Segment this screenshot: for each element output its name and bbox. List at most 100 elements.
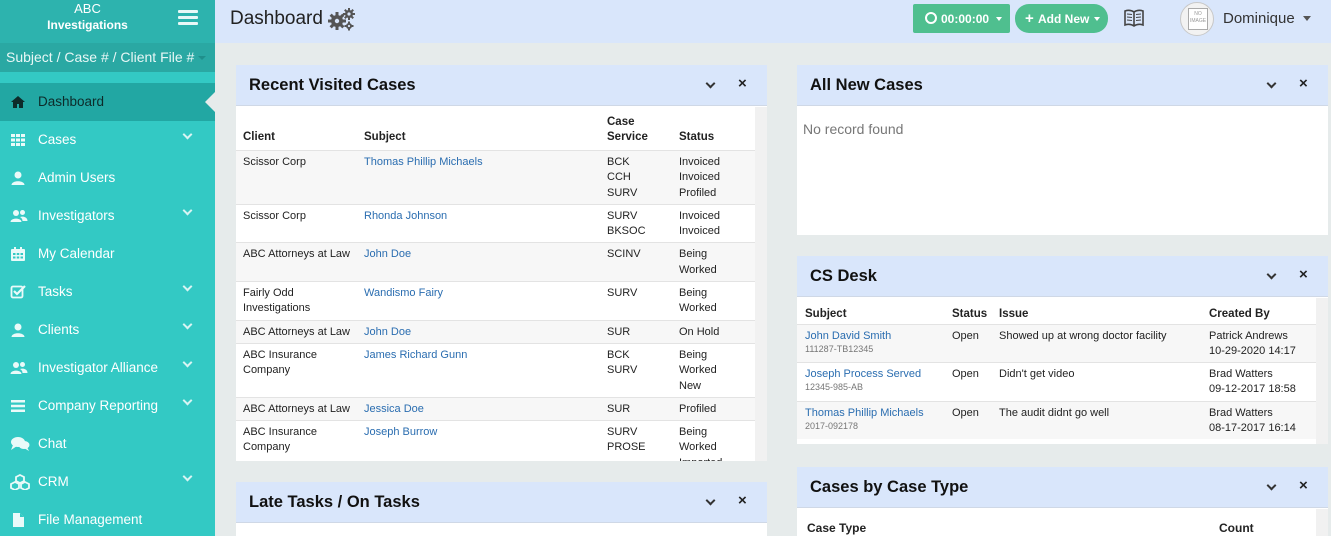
col-created-by[interactable]: Created By <box>1205 306 1316 324</box>
subject-link[interactable]: Thomas Phillip Michaels <box>805 406 944 421</box>
status-cell: Being Worked Imported <box>675 420 755 461</box>
chevron-down-icon <box>182 205 193 216</box>
status-cell-text: Invoiced Invoiced Profiled <box>679 156 720 199</box>
col-subject[interactable]: Subject <box>797 306 948 324</box>
subject-cell[interactable]: Joseph Process Served 12345-985-AB <box>797 362 948 402</box>
subject-link[interactable]: James Richard Gunn <box>360 342 603 398</box>
sidebar-item-clients[interactable]: Clients <box>0 311 215 349</box>
close-icon[interactable]: × <box>738 75 747 92</box>
table-row[interactable]: Scissor Corp Rhonda Johnson SURV BKSOC Invo… <box>236 203 755 243</box>
client-cell-text: ABC Attorneys at Law <box>243 325 350 338</box>
col-issue[interactable]: Issue <box>995 306 1205 324</box>
status-cell: Open <box>948 323 995 363</box>
status-cell-text: Invoiced Invoiced <box>679 209 720 238</box>
close-icon[interactable]: × <box>1299 75 1308 92</box>
col-client[interactable]: Client <box>236 115 360 151</box>
subject-cell[interactable]: John David Smith 111287-TB12345 <box>797 323 948 363</box>
col-subject[interactable]: Subject <box>360 115 603 151</box>
sidebar-item-investigator-alliance[interactable]: Investigator Alliance <box>0 349 215 387</box>
sidebar-item-dashboard[interactable]: Dashboard <box>0 83 216 121</box>
sidebar-item-tasks[interactable]: Tasks <box>0 273 215 311</box>
recent-cases-body: Client Subject Case Service Status Sciss… <box>236 107 767 461</box>
scrollbar[interactable] <box>755 107 767 461</box>
table-row[interactable]: ABC Attorneys at Law Jessica Doe SUR Profil… <box>236 396 755 421</box>
case-number: 2017-092178 <box>805 420 859 431</box>
table-row[interactable]: Thomas Phillip Michaels 2017-092178 Open Th… <box>797 400 1316 440</box>
table-row[interactable]: Fairly Odd Investigations Wandismo Fairy S… <box>236 281 755 321</box>
subject-link-text[interactable]: Wandismo Fairy <box>364 287 443 299</box>
subject-link[interactable]: John Doe <box>360 319 603 344</box>
close-icon[interactable]: × <box>1299 266 1308 283</box>
sidebar-item-file-management[interactable]: File Management <box>0 501 215 536</box>
subject-cell[interactable]: Thomas Phillip Michaels 2017-092178 <box>797 400 948 440</box>
subject-link-text[interactable]: Joseph Burrow <box>364 426 437 438</box>
subject-link[interactable]: Joseph Burrow <box>360 420 603 461</box>
add-new-button[interactable]: + Add New <box>1015 4 1108 33</box>
sidebar-item-my-calendar[interactable]: My Calendar <box>0 235 215 273</box>
user-name[interactable]: Dominique <box>1223 10 1295 27</box>
table-row[interactable]: ABC Attorneys at Law John Doe SCINV Being W… <box>236 242 755 282</box>
subject-link[interactable]: Joseph Process Served <box>805 367 944 382</box>
status-cell: Open <box>948 362 995 402</box>
subject-link[interactable]: Jessica Doe <box>360 396 603 421</box>
home-icon <box>10 94 26 110</box>
subject-link-text[interactable]: Thomas Phillip Michaels <box>364 156 483 168</box>
subject-link[interactable]: Rhonda Johnson <box>360 203 603 243</box>
subject-link[interactable]: Thomas Phillip Michaels <box>360 150 603 205</box>
table-row[interactable]: Joseph Process Served 12345-985-AB Open Did… <box>797 362 1316 402</box>
avatar[interactable]: NO IMAGE <box>1180 2 1214 36</box>
sidebar-item-admin-users[interactable]: Admin Users <box>0 159 215 197</box>
search-input[interactable]: Subject / Case # / Client File # <box>0 43 215 72</box>
collapse-chevron-icon[interactable] <box>705 495 716 506</box>
sidebar-item-company-reporting[interactable]: Company Reporting <box>0 387 215 425</box>
col-case-type[interactable]: Case Type <box>807 521 866 535</box>
close-icon[interactable]: × <box>738 492 747 509</box>
brand-logo[interactable]: ABC Investigations <box>0 0 215 43</box>
sidebar-item-chat[interactable]: Chat <box>0 425 215 463</box>
status-text: Open <box>952 406 979 419</box>
collapse-chevron-icon[interactable] <box>1266 78 1277 89</box>
timer-button[interactable]: 00:00:00 <box>913 4 1010 33</box>
col-count[interactable]: Count <box>1219 521 1254 535</box>
subject-link[interactable]: John David Smith <box>805 329 944 344</box>
gears-icon[interactable] <box>328 7 356 31</box>
panel-header: Recent Visited Cases × <box>236 65 767 106</box>
scrollbar[interactable] <box>1316 509 1328 536</box>
sidebar-nav: Dashboard Cases Admin Users Investigators My… <box>0 83 216 536</box>
collapse-chevron-icon[interactable] <box>705 78 716 89</box>
subject-link-text[interactable]: Jessica Doe <box>364 403 424 415</box>
collapse-chevron-icon[interactable] <box>1266 269 1277 280</box>
close-icon[interactable]: × <box>1299 477 1308 494</box>
search-dropdown-icon[interactable] <box>198 56 206 60</box>
panel-title: All New Cases <box>810 76 923 94</box>
table-row[interactable]: John David Smith 111287-TB12345 Open Showed… <box>797 323 1316 363</box>
sidebar-item-crm[interactable]: CRM <box>0 463 215 501</box>
table-row[interactable]: Scissor Corp Thomas Phillip Michaels BCK C… <box>236 150 755 205</box>
subject-link[interactable]: John Doe <box>360 242 603 282</box>
menu-toggle-icon[interactable] <box>178 10 198 26</box>
table-row[interactable]: ABC Insurance Company James Richard Gunn B… <box>236 342 755 398</box>
issue-cell: Showed up at wrong doctor facility <box>995 323 1205 363</box>
collapse-chevron-icon[interactable] <box>1266 480 1277 491</box>
subject-link-text[interactable]: Rhonda Johnson <box>364 210 447 222</box>
sidebar-item-label: Investigator Alliance <box>38 360 159 375</box>
book-icon[interactable] <box>1124 9 1144 27</box>
col-case-service[interactable]: Case Service <box>603 115 675 151</box>
sidebar-item-label: File Management <box>38 512 143 527</box>
client-cell: ABC Attorneys at Law <box>236 396 360 421</box>
col-status[interactable]: Status <box>948 306 995 324</box>
table-row[interactable]: ABC Insurance Company Joseph Burrow SURV P… <box>236 420 755 461</box>
subject-link[interactable]: Wandismo Fairy <box>360 281 603 321</box>
sidebar-item-investigators[interactable]: Investigators <box>0 197 215 235</box>
list-icon <box>10 398 26 414</box>
subject-link-text[interactable]: John Doe <box>364 248 411 260</box>
table-row[interactable]: ABC Attorneys at Law John Doe SUR On Hold <box>236 319 755 344</box>
col-status[interactable]: Status <box>675 115 755 151</box>
client-cell-text: Fairly Odd Investigations <box>243 287 311 315</box>
user-icon <box>10 170 26 186</box>
scrollbar[interactable] <box>1316 298 1328 444</box>
user-menu-caret-icon[interactable] <box>1303 16 1311 21</box>
sidebar-item-cases[interactable]: Cases <box>0 121 215 159</box>
subject-link-text[interactable]: James Richard Gunn <box>364 349 467 361</box>
subject-link-text[interactable]: John Doe <box>364 326 411 338</box>
